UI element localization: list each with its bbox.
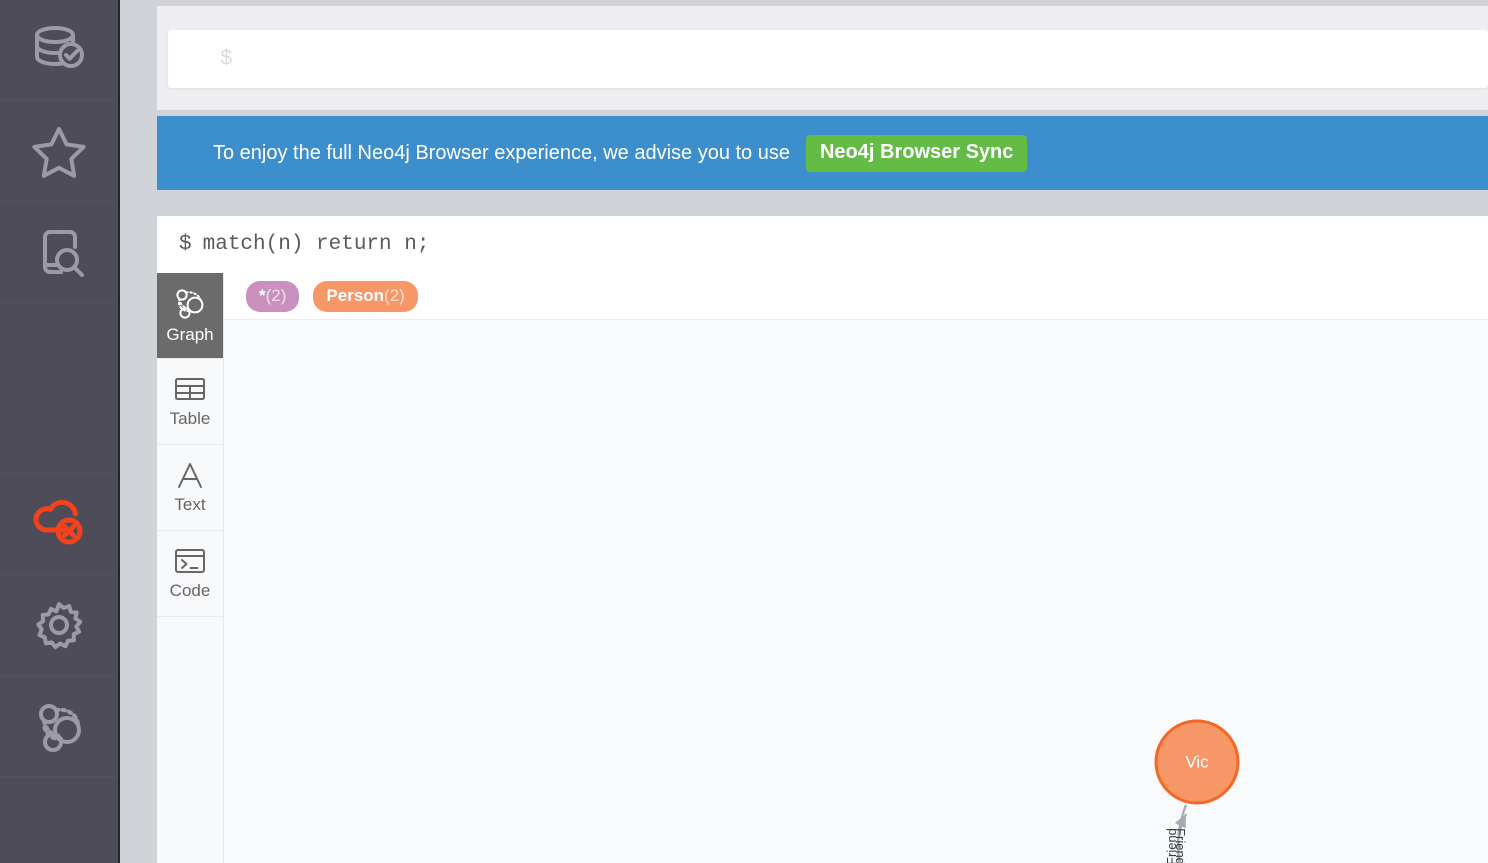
terminal-icon	[173, 546, 207, 576]
tab-table[interactable]: Table	[157, 359, 223, 445]
sidebar-item-documents[interactable]	[0, 202, 118, 303]
chip-count: (2)	[265, 285, 287, 305]
graph-relationship[interactable]: Friend	[1173, 804, 1188, 863]
tab-table-label: Table	[169, 409, 211, 428]
chip-label: *	[259, 285, 266, 305]
editor-prompt-icon: $	[220, 47, 233, 71]
relationship-label: Friend	[1173, 828, 1188, 863]
table-icon	[173, 374, 207, 404]
tab-graph[interactable]: Graph	[157, 273, 223, 359]
gear-icon	[31, 598, 87, 652]
cloud-x-icon	[30, 496, 88, 552]
graph-node-circle[interactable]	[1154, 719, 1240, 805]
chip-count: (2)	[384, 285, 405, 305]
document-search-icon	[31, 225, 87, 279]
graph-node[interactable]: Vic	[1154, 719, 1240, 805]
result-frame: $ match(n) return n; *(2)Person(2) *(2)F…	[157, 216, 1488, 863]
sidebar-spacer	[0, 303, 118, 474]
sync-banner: To enjoy the full Neo4j Browser experien…	[157, 116, 1488, 190]
sidebar-item-settings[interactable]	[0, 575, 118, 676]
frame-query-line: $ match(n) return n;	[157, 216, 1488, 273]
legend-chip-node-all[interactable]: * (2)	[246, 280, 300, 312]
legend-chip-node-person[interactable]: Person (2)	[313, 280, 418, 312]
star-icon	[31, 124, 87, 178]
cypher-editor[interactable]: $	[168, 30, 1488, 88]
tab-text-label: Text	[174, 495, 206, 514]
neo4j-browser-app: $ To enjoy the full Neo4j Browser experi…	[0, 0, 1488, 863]
graph-icon	[173, 287, 207, 320]
neo4j-browser-sync-button[interactable]: Neo4j Browser Sync	[805, 134, 1028, 172]
main-gutter	[120, 0, 157, 863]
editor-area: $	[157, 6, 1488, 110]
frame-query-text: match(n) return n;	[202, 233, 430, 256]
tab-code[interactable]: Code	[157, 531, 223, 617]
tab-text[interactable]: Text	[157, 445, 223, 531]
chip-label: Person	[326, 285, 385, 305]
sidebar-item-database-info[interactable]	[0, 0, 118, 101]
legend-node-row: * (2) Person (2)	[224, 273, 1488, 320]
sidebar-item-sync-disconnected[interactable]	[0, 474, 118, 575]
graph-nodes-icon	[31, 699, 87, 753]
graph-visualization[interactable]: FriendFriendVicAndres	[224, 320, 1488, 863]
left-icon-rail	[0, 0, 120, 863]
sync-banner-message: To enjoy the full Neo4j Browser experien…	[213, 141, 790, 164]
main-column: $ To enjoy the full Neo4j Browser experi…	[120, 0, 1488, 863]
graph-canvas[interactable]: FriendFriendVicAndres	[224, 320, 1488, 863]
view-tabs: Graph Table Text Code	[157, 273, 224, 863]
text-a-icon	[173, 460, 207, 490]
sidebar-item-favorites[interactable]	[0, 101, 118, 202]
frame-query-prompt: $	[179, 233, 192, 256]
tab-code-label: Code	[169, 581, 211, 600]
database-check-icon	[30, 22, 88, 78]
tab-graph-label: Graph	[166, 324, 214, 344]
sidebar-item-about[interactable]	[0, 676, 118, 777]
